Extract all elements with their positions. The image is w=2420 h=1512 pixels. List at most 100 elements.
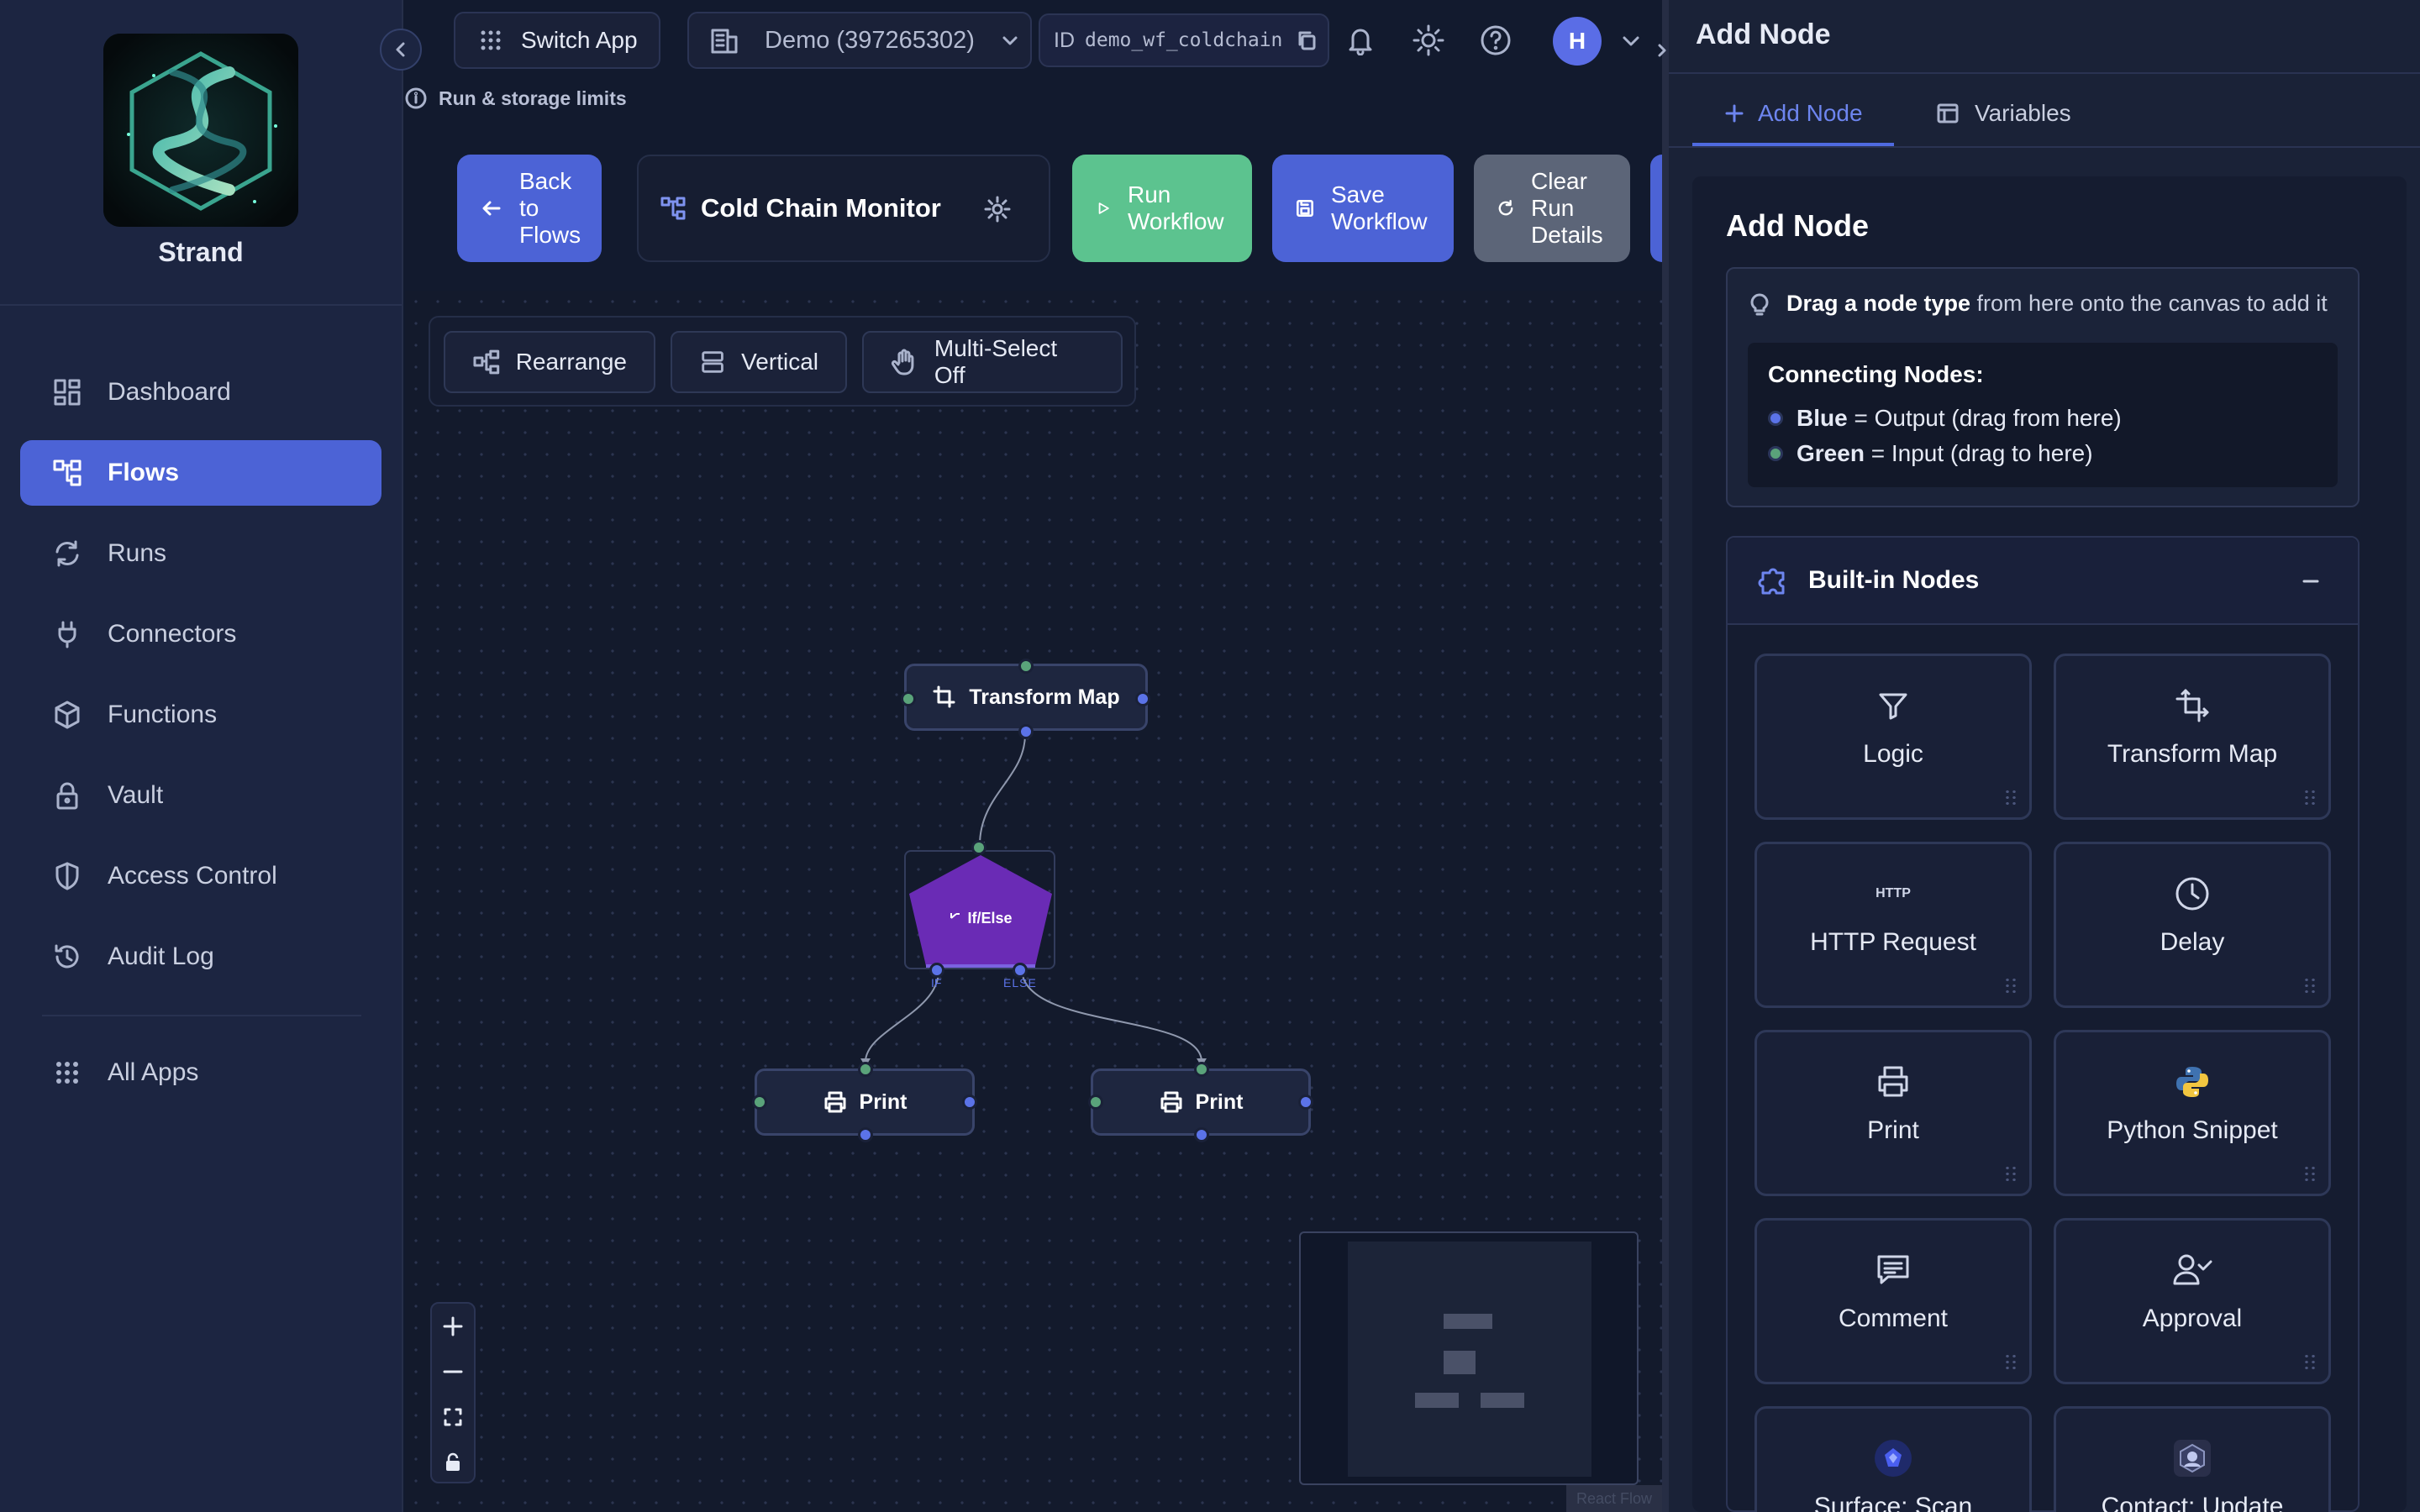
user-avatar[interactable]: H — [1553, 17, 1602, 66]
sidebar: Strand Dashboard Flows Runs Connectors F… — [0, 0, 403, 1512]
org-selector[interactable]: Demo (397265302) — [687, 12, 1032, 69]
output-port[interactable] — [1194, 1127, 1209, 1142]
ifelse-label-wrap: If/Else — [943, 907, 1018, 929]
node-type-logic[interactable]: Logic — [1754, 654, 2032, 820]
clear-run-details-button[interactable]: Clear Run Details — [1474, 155, 1630, 262]
run-storage-limits-link[interactable]: Run & storage limits — [405, 84, 627, 113]
save-workflow-button[interactable]: Save Workflow — [1272, 155, 1454, 262]
edge-if-to-print-left[interactable] — [865, 970, 939, 1063]
output-port[interactable] — [1018, 724, 1034, 739]
collapse-sidebar-button[interactable] — [380, 29, 422, 71]
shield-icon — [55, 862, 79, 890]
input-port[interactable] — [1194, 1062, 1209, 1077]
fit-view-button[interactable] — [432, 1394, 474, 1440]
run-workflow-button[interactable]: Run Workflow — [1072, 155, 1252, 262]
app-root: Strand Dashboard Flows Runs Connectors F… — [0, 0, 2420, 1512]
sidebar-item-connectors[interactable]: Connectors — [20, 601, 381, 667]
sidebar-item-flows[interactable]: Flows — [20, 440, 381, 506]
clear-label-1: Clear — [1531, 168, 1587, 194]
zoom-out-button[interactable] — [432, 1349, 474, 1394]
active-tab-indicator — [1692, 143, 1894, 146]
drag-handle-icon[interactable] — [2004, 1165, 2018, 1182]
chevron-down-icon[interactable] — [1620, 30, 1642, 52]
edge-transform-to-ifelse[interactable] — [979, 733, 1026, 846]
node-type-delay[interactable]: Delay — [2054, 842, 2331, 1008]
node-type-approval[interactable]: Approval — [2054, 1218, 2331, 1384]
react-flow-attribution[interactable]: React Flow — [1566, 1485, 1662, 1512]
drag-handle-icon[interactable] — [2303, 977, 2317, 994]
edge-else-to-print-right[interactable] — [1021, 970, 1202, 1063]
output-port[interactable] — [858, 1127, 873, 1142]
table-icon — [1937, 103, 1959, 123]
builtin-nodes-title: Built-in Nodes — [1808, 566, 1980, 594]
drag-handle-icon[interactable] — [2303, 789, 2317, 806]
python-icon — [2176, 1067, 2208, 1097]
drag-handle-icon[interactable] — [2303, 1165, 2317, 1182]
node-print-left[interactable]: Print — [755, 1068, 975, 1136]
legend-green-label: Green — [1797, 440, 1865, 466]
input-port[interactable] — [752, 1095, 767, 1110]
sidebar-item-access-control[interactable]: Access Control — [20, 843, 381, 909]
overflow-toolbar-button[interactable] — [1650, 155, 1662, 262]
node-type-label: HTTP Request — [1810, 928, 1976, 956]
node-print-right[interactable]: Print — [1091, 1068, 1311, 1136]
chevron-left-icon — [396, 42, 405, 57]
bell-icon[interactable] — [1346, 25, 1375, 55]
node-type-comment[interactable]: Comment — [1754, 1218, 2032, 1384]
workflow-id-badge[interactable]: ID demo_wf_coldchain — [1039, 13, 1329, 67]
input-port[interactable] — [1088, 1095, 1103, 1110]
clock-icon — [2175, 877, 2209, 911]
sidebar-divider — [0, 304, 402, 306]
run-limits-label: Run & storage limits — [439, 87, 627, 109]
sidebar-item-label: Runs — [108, 539, 167, 567]
input-port[interactable] — [901, 691, 916, 706]
copy-icon[interactable] — [1296, 29, 1318, 51]
collapse-section-icon[interactable] — [2301, 571, 2321, 591]
node-type-label: Delay — [2160, 928, 2225, 956]
switch-app-button[interactable]: Switch App — [454, 12, 660, 69]
tab-add-node[interactable]: Add Node — [1724, 92, 1863, 134]
input-port[interactable] — [858, 1062, 873, 1077]
if-branch-label: IF — [931, 976, 942, 990]
apps-grid-icon — [481, 30, 501, 50]
sidebar-item-audit-log[interactable]: Audit Log — [20, 924, 381, 990]
sidebar-item-functions[interactable]: Functions — [20, 682, 381, 748]
node-type-contact-update[interactable]: Contact: Update — [2054, 1406, 2331, 1512]
sun-icon[interactable] — [1412, 24, 1445, 57]
node-type-transform-map[interactable]: Transform Map — [2054, 654, 2331, 820]
gear-icon[interactable] — [983, 195, 1012, 223]
flows-icon — [53, 459, 82, 486]
input-port[interactable] — [1018, 659, 1034, 674]
node-transform-map[interactable]: Transform Map — [904, 664, 1148, 731]
tab-variables[interactable]: Variables — [1936, 92, 2071, 134]
lock-canvas-button[interactable] — [432, 1440, 474, 1485]
output-port[interactable] — [1298, 1095, 1313, 1110]
node-type-surface-scan[interactable]: Surface: Scan — [1754, 1406, 2032, 1512]
clear-label-2: Run — [1531, 195, 1575, 221]
help-icon[interactable] — [1479, 24, 1512, 57]
minimap[interactable] — [1299, 1231, 1639, 1485]
output-port[interactable] — [962, 1095, 977, 1110]
node-type-print[interactable]: Print — [1754, 1030, 2032, 1196]
node-type-python-snippet[interactable]: Python Snippet — [2054, 1030, 2331, 1196]
sidebar-item-vault[interactable]: Vault — [20, 763, 381, 828]
node-type-label: Print — [1867, 1116, 1919, 1144]
save-icon — [1297, 200, 1313, 217]
sidebar-item-all-apps[interactable]: All Apps — [20, 1040, 381, 1105]
drag-handle-icon[interactable] — [2004, 977, 2018, 994]
output-port[interactable] — [1135, 691, 1150, 706]
input-port[interactable] — [971, 840, 986, 855]
drag-handle-icon[interactable] — [2303, 1353, 2317, 1370]
play-icon — [1098, 202, 1109, 214]
drag-handle-icon[interactable] — [2004, 789, 2018, 806]
sidebar-item-dashboard[interactable]: Dashboard — [20, 360, 381, 425]
node-type-label: Logic — [1863, 740, 1923, 768]
back-to-flows-button[interactable]: Back to Flows — [457, 155, 602, 262]
sidebar-item-runs[interactable]: Runs — [20, 521, 381, 586]
zoom-in-button[interactable] — [432, 1304, 474, 1349]
node-type-http-request[interactable]: HTTP HTTP Request — [1754, 842, 2032, 1008]
panel-title: Add Node — [1696, 18, 1831, 50]
sidebar-item-label: Dashboard — [108, 378, 231, 406]
workflow-name-field[interactable]: Cold Chain Monitor — [637, 155, 1050, 262]
drag-handle-icon[interactable] — [2004, 1353, 2018, 1370]
